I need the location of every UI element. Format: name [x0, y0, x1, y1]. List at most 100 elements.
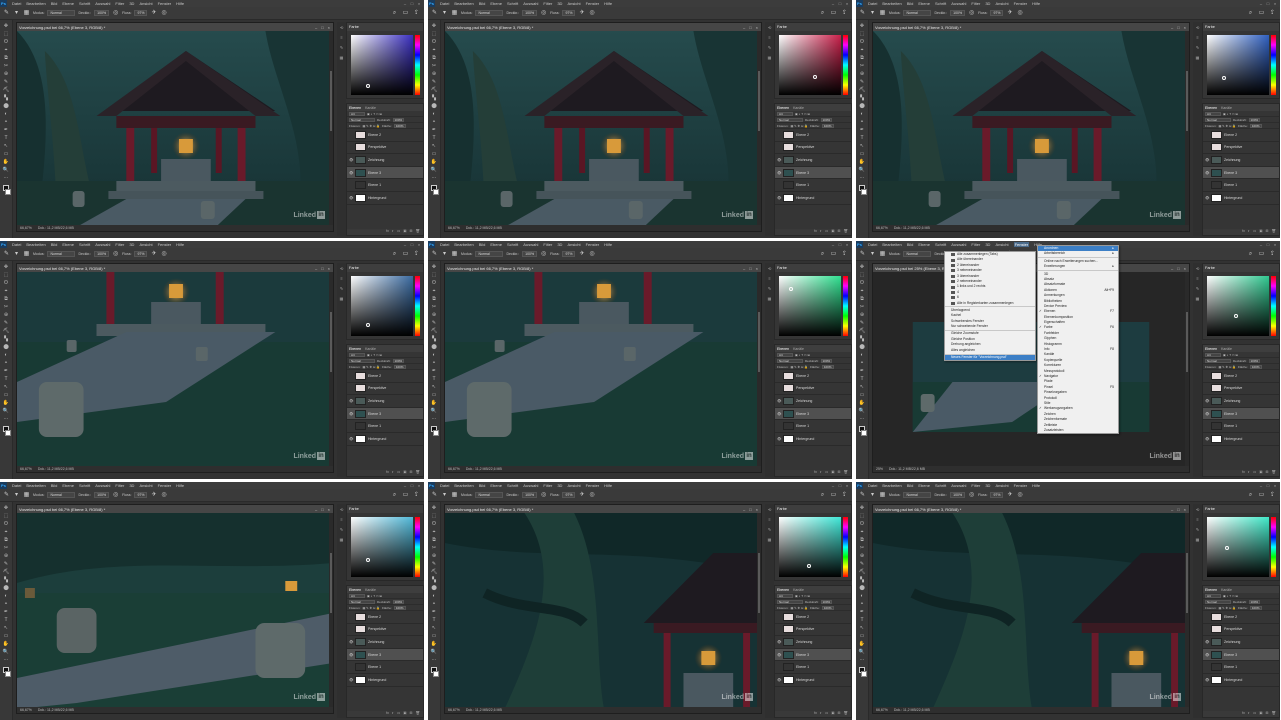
- color-picker-point[interactable]: [1222, 76, 1227, 81]
- layer-name[interactable]: Ebene 3: [1224, 412, 1237, 416]
- mode-select[interactable]: Normal: [903, 492, 932, 498]
- tool-icon[interactable]: ʘ: [431, 521, 438, 528]
- pressure-opacity-icon[interactable]: ◎: [112, 10, 119, 17]
- brush-tool-icon[interactable]: ✎: [859, 492, 866, 499]
- menu-item[interactable]: Datei: [868, 483, 877, 488]
- brush-panel-icon[interactable]: ▦: [23, 251, 30, 258]
- tool-icon[interactable]: ◐: [431, 111, 438, 118]
- tool-icon[interactable]: 🔍: [431, 649, 438, 656]
- layer-row[interactable]: 👁 Zeichnung: [347, 636, 423, 649]
- lock-icons[interactable]: ▦ ✎ ✥ ⊡ 🔒: [791, 606, 808, 610]
- tool-icon[interactable]: ⌖: [3, 529, 10, 536]
- tool-icon[interactable]: ⌖: [859, 288, 866, 295]
- tool-icon[interactable]: ✒: [859, 127, 866, 134]
- layer-row[interactable]: 👁 Hintergrund: [1203, 433, 1279, 446]
- properties-icon[interactable]: ≡: [767, 276, 772, 281]
- visibility-eye-icon[interactable]: [349, 183, 353, 187]
- tool-icon[interactable]: ⋯: [431, 416, 438, 423]
- visibility-eye-icon[interactable]: 👁: [349, 678, 353, 682]
- tool-icon[interactable]: ✒: [859, 368, 866, 375]
- layers-footer-icon[interactable]: ▭: [397, 229, 400, 235]
- brush-icon[interactable]: ✎: [339, 286, 344, 291]
- menu-item[interactable]: Fenster: [158, 483, 172, 488]
- document-tab[interactable]: Vorzeichnung.psd bei 66,7% (Ebene 3, RGB…: [17, 264, 333, 272]
- submenu-item[interactable]: Nur schwebende Fenster: [945, 324, 1035, 329]
- menu-item[interactable]: Filter: [543, 242, 552, 247]
- tool-icon[interactable]: 🔍: [3, 408, 10, 415]
- airbrush-icon[interactable]: ✈: [578, 10, 585, 17]
- menu-item[interactable]: Fenster: [586, 483, 600, 488]
- airbrush-icon[interactable]: ✈: [150, 251, 157, 258]
- tab-channels[interactable]: Kanäle: [793, 106, 804, 110]
- maximize-icon[interactable]: □: [749, 266, 751, 271]
- document-title[interactable]: Vorzeichnung.psd bei 66,7% (Ebene 3, RGB…: [447, 25, 533, 30]
- menu-item[interactable]: Bild: [51, 1, 58, 6]
- color-picker-point[interactable]: [1225, 546, 1230, 551]
- tab-channels[interactable]: Kanäle: [365, 588, 376, 592]
- window-control-icon[interactable]: □: [410, 242, 414, 247]
- zoom-level[interactable]: 66,67%: [876, 708, 888, 712]
- menu-item[interactable]: Bearbeiten: [26, 242, 45, 247]
- visibility-eye-icon[interactable]: [1205, 615, 1209, 619]
- menu-item[interactable]: Ebene: [918, 242, 930, 247]
- window-control-icon[interactable]: □: [838, 1, 842, 6]
- tab-layers[interactable]: Ebenen: [777, 106, 789, 110]
- layer-name[interactable]: Zeichnung: [1224, 399, 1240, 403]
- tool-icon[interactable]: ✎: [859, 79, 866, 86]
- layer-row[interactable]: Ebene 2: [1203, 611, 1279, 624]
- layer-row[interactable]: Ebene 2: [347, 611, 423, 624]
- layers-footer-icon[interactable]: fx: [386, 229, 389, 235]
- menu-item[interactable]: Ansicht: [995, 1, 1008, 6]
- tool-icon[interactable]: ▭: [859, 633, 866, 640]
- opacity-field[interactable]: 100%: [522, 251, 538, 257]
- layer-opacity-field[interactable]: 100%: [820, 117, 833, 122]
- filter-icons[interactable]: ▣ ◐ T ▭ ⊞: [367, 353, 382, 357]
- layers-footer-icon[interactable]: 🗑: [1272, 470, 1276, 476]
- window-control-icon[interactable]: –: [403, 1, 407, 6]
- tool-icon[interactable]: ◐: [3, 111, 10, 118]
- tool-icon[interactable]: ◐: [431, 352, 438, 359]
- visibility-eye-icon[interactable]: 👁: [349, 171, 353, 175]
- tab-channels[interactable]: Kanäle: [365, 347, 376, 351]
- lock-icons[interactable]: ▦ ✎ ✥ ⊡ 🔒: [791, 365, 808, 369]
- menu-item[interactable]: Filter: [971, 483, 980, 488]
- zoom-level[interactable]: 66,67%: [20, 708, 32, 712]
- layer-row[interactable]: 👁 Hintergrund: [1203, 674, 1279, 687]
- layer-name[interactable]: Zeichnung: [368, 640, 384, 644]
- layer-name[interactable]: Ebene 2: [1224, 615, 1237, 619]
- layer-row[interactable]: Ebene 1: [775, 420, 851, 433]
- flow-field[interactable]: 97%: [990, 492, 1004, 498]
- share-icon[interactable]: ⇪: [841, 251, 848, 258]
- window-control-icon[interactable]: ×: [845, 242, 849, 247]
- window-control-icon[interactable]: ×: [1273, 242, 1277, 247]
- minimize-icon[interactable]: –: [1171, 25, 1173, 30]
- tab-channels[interactable]: Kanäle: [1221, 588, 1232, 592]
- share-icon[interactable]: ⇪: [413, 251, 420, 258]
- tool-icon[interactable]: ⊕: [859, 312, 866, 319]
- layers-footer-icon[interactable]: ▣: [831, 711, 834, 717]
- visibility-eye-icon[interactable]: 👁: [777, 399, 781, 403]
- color-picker-point[interactable]: [366, 558, 371, 563]
- tool-icon[interactable]: ⬤: [3, 344, 10, 351]
- layers-footer-icon[interactable]: 🗑: [1272, 711, 1276, 717]
- tool-icon[interactable]: ✒: [3, 368, 10, 375]
- menu-item[interactable]: Hilfe: [1032, 483, 1040, 488]
- color-picker-point[interactable]: [806, 564, 811, 569]
- window-control-icon[interactable]: –: [831, 483, 835, 488]
- layer-fill-field[interactable]: 100%: [821, 605, 834, 610]
- window-control-icon[interactable]: –: [403, 242, 407, 247]
- tool-icon[interactable]: ⊕: [431, 312, 438, 319]
- layers-footer-icon[interactable]: fx: [1242, 470, 1245, 476]
- tool-icon[interactable]: ⧉: [859, 296, 866, 303]
- layers-footer-icon[interactable]: 🗑: [844, 711, 848, 717]
- brush-tool-icon[interactable]: ✎: [3, 492, 10, 499]
- window-control-icon[interactable]: ×: [417, 483, 421, 488]
- menu-item[interactable]: Ebene: [62, 483, 74, 488]
- search-icon[interactable]: ⌕: [391, 492, 398, 499]
- tool-icon[interactable]: ▭: [431, 151, 438, 158]
- layers-footer-icon[interactable]: ▭: [1253, 711, 1256, 717]
- swatches-icon[interactable]: ▦: [767, 537, 772, 542]
- document-info[interactable]: Dok.: 11,2 MB/22,6 MB: [38, 226, 74, 230]
- tool-icon[interactable]: ⋯: [3, 657, 10, 664]
- color-panel-tab[interactable]: Farbe: [347, 23, 423, 31]
